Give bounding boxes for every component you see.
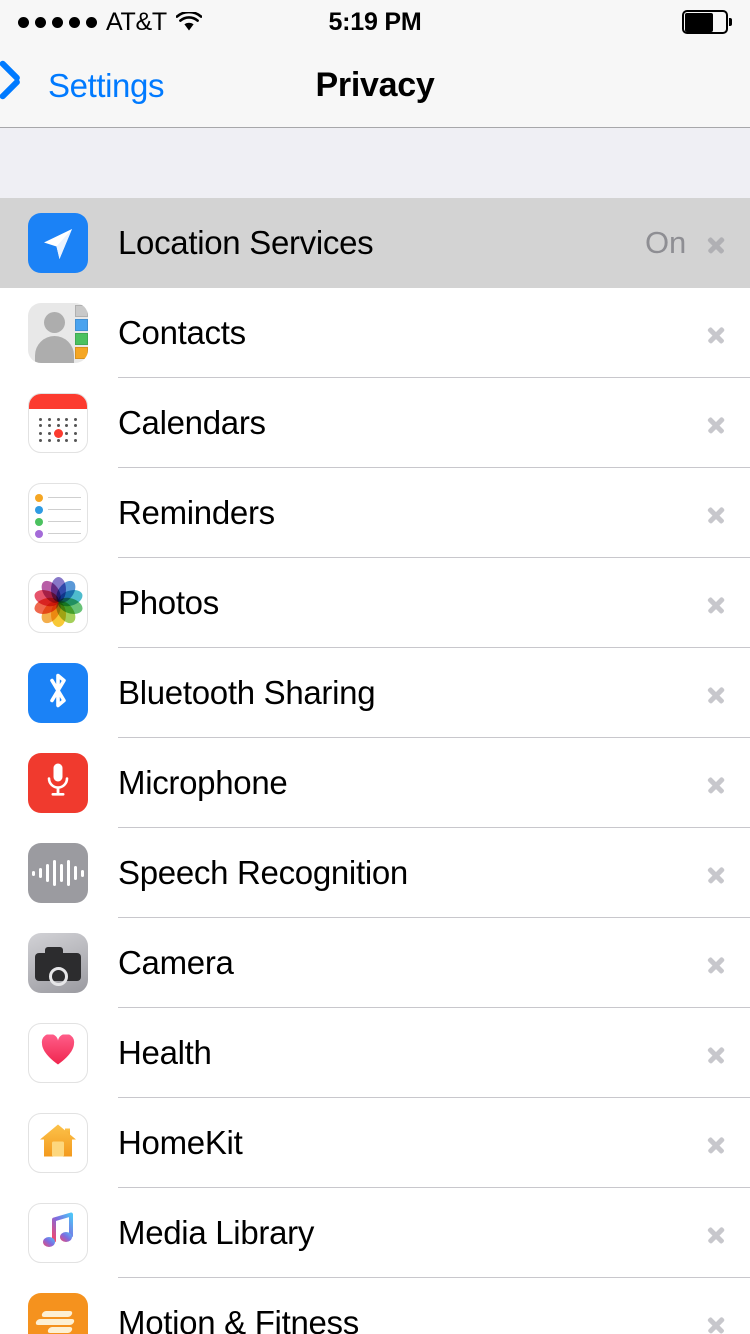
list-item-label: Reminders: [118, 494, 275, 531]
speech-recognition-icon: [28, 843, 88, 903]
list-item[interactable]: Speech Recognition: [0, 828, 750, 918]
list-item-value: On: [645, 225, 686, 260]
chevron-right-icon: [708, 409, 724, 437]
list-item[interactable]: Location Services On: [0, 198, 750, 288]
calendars-icon: [28, 393, 88, 453]
list-item[interactable]: Motion & Fitness: [0, 1278, 750, 1334]
chevron-right-icon: [708, 949, 724, 977]
chevron-right-icon: [708, 679, 724, 707]
contacts-icon: [28, 303, 88, 363]
list-item-label: Contacts: [118, 314, 246, 351]
reminder-line: [35, 505, 81, 514]
status-bar: AT&T 5:19 PM: [0, 0, 750, 44]
list-item[interactable]: Bluetooth Sharing: [0, 648, 750, 738]
status-bar-clock: 5:19 PM: [328, 7, 422, 36]
back-button-label: Settings: [48, 66, 165, 104]
motion-line: [46, 1327, 74, 1333]
list-item-label: HomeKit: [118, 1124, 243, 1161]
motion-line: [34, 1319, 76, 1325]
camera-lens: [48, 967, 68, 986]
reminder-line: [35, 517, 81, 526]
contact-tabs: [75, 305, 88, 361]
list-item[interactable]: Media Library: [0, 1188, 750, 1278]
camera-icon: [28, 933, 88, 993]
list-item-label: Motion & Fitness: [118, 1304, 359, 1334]
reminder-line: [35, 529, 81, 538]
homekit-icon: [28, 1113, 88, 1173]
chevron-right-icon: [708, 1039, 724, 1067]
location-services-icon: [28, 213, 88, 273]
battery-cap: [729, 18, 732, 26]
reminders-icon: [28, 483, 88, 543]
list-item-label: Calendars: [118, 404, 266, 441]
privacy-settings-screen: AT&T 5:19 PM Settings Privacy Location S…: [0, 0, 750, 1334]
chevron-left-icon: [16, 67, 38, 105]
house-glyph: [38, 1123, 78, 1164]
battery-fill: [684, 12, 714, 32]
list-item-label: Health: [118, 1034, 212, 1071]
chevron-right-icon: [708, 589, 724, 617]
photos-icon: [28, 573, 88, 633]
back-button[interactable]: Settings: [0, 67, 164, 105]
battery-icon: [682, 10, 732, 34]
motion-fitness-icon: [28, 1293, 88, 1334]
motion-line: [40, 1311, 74, 1317]
chevron-right-icon: [708, 229, 724, 257]
status-bar-right: [682, 10, 732, 34]
list-item[interactable]: HomeKit: [0, 1098, 750, 1188]
bluetooth-glyph: [43, 671, 73, 716]
media-library-icon: [28, 1203, 88, 1263]
contact-avatar-body: [35, 336, 74, 363]
list-item[interactable]: Calendars: [0, 378, 750, 468]
contact-avatar-head: [44, 312, 65, 333]
chevron-right-icon: [708, 499, 724, 527]
chevron-right-icon: [708, 1309, 724, 1334]
list-item[interactable]: Contacts: [0, 288, 750, 378]
waveform-glyph: [28, 860, 88, 886]
microphone-glyph: [44, 762, 72, 805]
bluetooth-icon: [28, 663, 88, 723]
list-item[interactable]: Health: [0, 1008, 750, 1098]
list-item[interactable]: Reminders: [0, 468, 750, 558]
photos-pinwheel: [31, 577, 85, 627]
list-item[interactable]: Photos: [0, 558, 750, 648]
list-item[interactable]: Camera: [0, 918, 750, 1008]
navigation-bar: Settings Privacy: [0, 44, 750, 128]
list-group-spacer: [0, 128, 750, 198]
chevron-right-icon: [708, 1219, 724, 1247]
chevron-right-icon: [708, 769, 724, 797]
health-icon: [28, 1023, 88, 1083]
list-item-label: Media Library: [118, 1214, 315, 1251]
microphone-icon: [28, 753, 88, 813]
list-item-label: Location Services: [118, 224, 374, 261]
list-item-label: Speech Recognition: [118, 854, 408, 891]
privacy-list: Location Services On Contacts Calendars Remi…: [0, 198, 750, 1334]
list-item[interactable]: Microphone: [0, 738, 750, 828]
chevron-right-icon: [708, 319, 724, 347]
music-note-glyph: [40, 1212, 76, 1255]
list-item-label: Photos: [118, 584, 219, 621]
chevron-right-icon: [708, 859, 724, 887]
chevron-right-icon: [708, 1129, 724, 1157]
calendar-header: [29, 394, 87, 409]
list-item-label: Camera: [118, 944, 234, 981]
heart-glyph: [41, 1033, 75, 1072]
calendar-grid: [36, 416, 80, 444]
reminder-line: [35, 493, 81, 502]
list-item-label: Microphone: [118, 764, 288, 801]
list-item-label: Bluetooth Sharing: [118, 674, 376, 711]
